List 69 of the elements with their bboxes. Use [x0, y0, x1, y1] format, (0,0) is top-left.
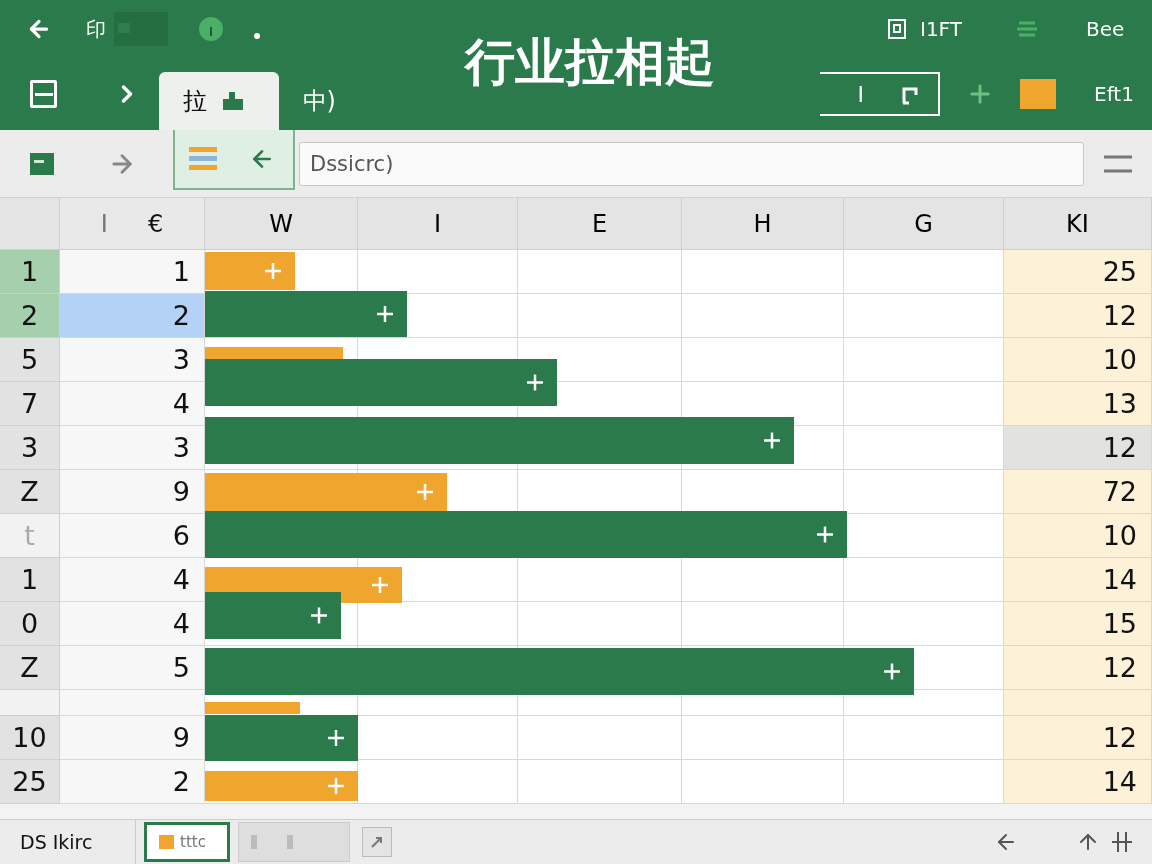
row-header[interactable]: 0	[0, 602, 60, 646]
row-header[interactable]: 25	[0, 760, 60, 804]
table-cell: 2	[60, 760, 205, 804]
column-header[interactable]: H	[682, 198, 844, 250]
table-cell: 14	[1004, 558, 1152, 602]
row-header[interactable]: 10	[0, 716, 60, 760]
table-cell: 12	[1004, 716, 1152, 760]
table-cell: 12	[1004, 646, 1152, 690]
formula-input[interactable]: Dssicrc)	[299, 141, 1084, 186]
toolbar-label: I1FT	[920, 17, 962, 41]
document-icon[interactable]	[888, 19, 906, 39]
table-cell: 4	[60, 382, 205, 426]
color-swatch[interactable]	[1020, 79, 1056, 109]
column-label: I	[100, 209, 108, 238]
table-cell: 13	[1004, 382, 1152, 426]
toolbar-label: 印	[86, 15, 106, 43]
row-header[interactable]: 1	[0, 558, 60, 602]
bar-icon	[287, 835, 293, 849]
column-header[interactable]: W	[205, 198, 358, 250]
toolbar-label: Eft1	[1094, 82, 1134, 106]
column-header[interactable]: E	[518, 198, 682, 250]
table-cell: 9	[60, 470, 205, 514]
chart-icon	[223, 92, 244, 110]
row-header[interactable]: 7	[0, 382, 60, 426]
table-cell: 14	[1004, 760, 1152, 804]
columns-icon[interactable]	[1110, 831, 1134, 853]
table-cell: 3	[60, 338, 205, 382]
table-cell: 5	[60, 646, 205, 690]
table-cell: 4	[60, 602, 205, 646]
circle-icon[interactable]	[198, 16, 224, 42]
table-cell: 10	[1004, 338, 1152, 382]
table-cell: 9	[60, 716, 205, 760]
table-cell: 15	[1004, 602, 1152, 646]
table-cell: 12	[1004, 294, 1152, 338]
lines-icon[interactable]	[1016, 21, 1038, 37]
table-cell: 72	[1004, 470, 1152, 514]
column-header[interactable]: KI	[1004, 198, 1152, 250]
sheet-tab[interactable]: tttc	[144, 822, 230, 862]
row-header[interactable]: 2	[0, 294, 60, 338]
column-label: €	[147, 209, 164, 238]
menu-icon[interactable]	[1104, 153, 1132, 174]
column-header[interactable]: I	[358, 198, 518, 250]
dot-icon	[254, 33, 260, 39]
table-cell: 6	[60, 514, 205, 558]
bar-icon	[251, 835, 257, 849]
status-label: DS Ikirc	[0, 820, 136, 864]
sheet-icon[interactable]	[30, 152, 54, 175]
ribbon-tab[interactable]: 中)	[278, 72, 360, 130]
row-header[interactable]: 5	[0, 338, 60, 382]
table-cell: 25	[1004, 250, 1152, 294]
row-header[interactable]: Z	[0, 470, 60, 514]
row-header[interactable]: Z	[0, 646, 60, 690]
panel-icon[interactable]	[30, 80, 58, 108]
table-cell: 2	[60, 294, 205, 338]
input-field[interactable]: I	[820, 72, 940, 116]
toolbar-label: Bee	[1086, 17, 1125, 41]
row-header[interactable]: 1	[0, 250, 60, 294]
expand-icon[interactable]	[362, 827, 392, 857]
window-title: 行业拉相起	[463, 31, 716, 93]
ribbon-tab[interactable]: 拉	[159, 72, 279, 130]
table-cell: 1	[60, 250, 205, 294]
square-icon	[159, 835, 174, 849]
row-header[interactable]: 3	[0, 426, 60, 470]
table-cell: 10	[1004, 514, 1152, 558]
column-header[interactable]: G	[844, 198, 1004, 250]
table-cell: 4	[60, 558, 205, 602]
table-cell: 12	[1004, 426, 1152, 470]
table-cell: 3	[60, 426, 205, 470]
column-header[interactable]: I €	[60, 198, 205, 250]
